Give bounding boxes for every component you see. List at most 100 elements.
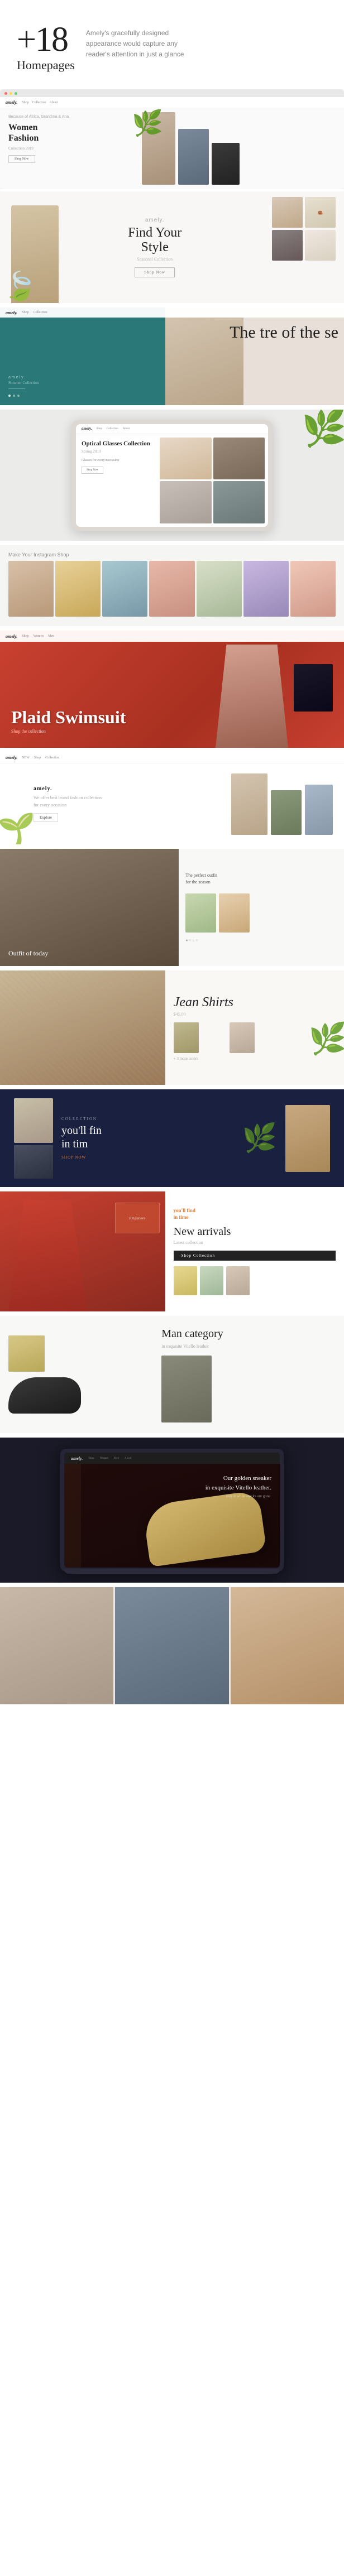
- p11-title: New arrivals: [174, 1225, 336, 1238]
- p9-prod-3: [230, 1022, 255, 1053]
- p12-person-img: [161, 1356, 212, 1422]
- p7-explore-btn[interactable]: Explore: [34, 813, 58, 822]
- p2-img-b: 👜: [305, 197, 336, 228]
- p7-description: We offer best brand fashion collectionfo…: [34, 795, 134, 809]
- preview-minimal: amely. NEW Shop Collection 🌱 amely. We o…: [0, 752, 344, 844]
- p1-heading: WomenFashion: [8, 122, 129, 143]
- laptop-sub: Buy it while stocks are gone.: [206, 1494, 271, 1498]
- p11-prod-3: [226, 1266, 250, 1295]
- plant-decoration-floral: 🌿: [309, 1021, 344, 1057]
- final-img-2: [115, 1587, 228, 1704]
- p11-left: sunglasses: [0, 1191, 165, 1311]
- p3-text-overlay: The tre of the se: [230, 324, 338, 341]
- p1-img-2: [178, 129, 209, 185]
- preview-teal: amely. Shop Collection amely. Summer Col…: [0, 307, 344, 405]
- p10-product-img: [285, 1105, 330, 1172]
- preview-instagram: Make Your Instagram Shop: [0, 545, 344, 626]
- p10-label: COLLECTION: [61, 1117, 234, 1121]
- p10-title: you'll finin tim: [61, 1124, 234, 1151]
- p1-tag: Because of Africa, Grandma & Ana: [8, 115, 129, 119]
- p10-cta[interactable]: SHOP NOW: [61, 1155, 234, 1160]
- p6-model: [216, 645, 288, 748]
- tablet-screen: amely. Shop Collection About Optical Gla…: [76, 424, 268, 527]
- p10-left-images: [14, 1098, 53, 1179]
- preview-women-fashion: amely. Shop Collection About Because of …: [0, 89, 344, 189]
- preview-man-category: Man category in exquisite Vitello leathe…: [0, 1316, 344, 1433]
- p7-brand: amely.: [34, 786, 220, 792]
- preview-tablet: 🌿 amely. Shop Collection About Optical G…: [0, 410, 344, 541]
- p8-product-2: [219, 893, 250, 933]
- p1-shop-btn[interactable]: Shop Now: [8, 155, 35, 163]
- p7-nav-logo: amely.: [6, 755, 17, 760]
- instagram-label: Make Your Instagram Shop: [8, 552, 336, 558]
- p6-text: Plaid Swimsuit Shop the collection: [11, 708, 126, 734]
- laptop-brand: amely.: [71, 1456, 83, 1461]
- insta-img-7: [290, 561, 336, 617]
- tablet-brand: amely.: [82, 426, 92, 431]
- p12-left: [0, 1316, 155, 1433]
- laptop-frame: amely. Shop Women Men About Our golden s…: [60, 1449, 284, 1571]
- insta-img-5: [197, 561, 242, 617]
- p1-img-3: [212, 143, 240, 185]
- insta-img-4: [149, 561, 194, 617]
- p2-shop-btn[interactable]: Shop Now: [135, 267, 175, 277]
- p7-images: [231, 773, 333, 835]
- p3-brand: amely.: [8, 376, 157, 379]
- p9-title: Jean Shirts: [174, 994, 336, 1011]
- laptop-sneaker: [142, 1490, 266, 1567]
- hero-count: +18: [17, 22, 75, 57]
- p2-tagline: amely.: [99, 217, 211, 223]
- tablet-shop-btn[interactable]: Shop Now: [82, 467, 103, 474]
- p10-text: COLLECTION you'll finin tim SHOP NOW: [61, 1117, 234, 1160]
- p11-subtitle: Latest collection: [174, 1240, 336, 1245]
- p12-title: Man category: [161, 1327, 337, 1340]
- p7-img-3: [305, 785, 333, 835]
- p11-right: you'll findin time New arrivals Latest c…: [165, 1191, 344, 1311]
- tablet-img-2: [213, 438, 265, 480]
- p9-prod-2: [202, 1022, 227, 1053]
- instagram-grid: [8, 561, 336, 617]
- insta-img-1: [8, 561, 54, 617]
- plant-decoration-navy: 🌿: [242, 1122, 277, 1155]
- final-img-3: [231, 1587, 344, 1704]
- preview-laptop-dark: amely. Shop Women Men About Our golden s…: [0, 1438, 344, 1583]
- hero-description: Amely's gracefully designed appearance w…: [86, 28, 198, 60]
- tablet-subtitle: Spring 2019: [82, 449, 151, 454]
- laptop-screen: amely. Shop Women Men About Our golden s…: [64, 1453, 280, 1568]
- hero-section: +18 Homepages Amely's gracefully designe…: [0, 0, 344, 89]
- p11-product-label: sunglasses: [129, 1216, 146, 1220]
- p11-shop-btn[interactable]: Shop Collection: [174, 1251, 336, 1261]
- p8-product-1: [185, 893, 216, 933]
- p3-nav-link-2: Collection: [34, 311, 47, 314]
- p11-orange-text: you'll findin time: [174, 1208, 336, 1220]
- nav-logo-1: amely.: [6, 100, 17, 105]
- p8-label: Outfit of today: [8, 949, 48, 958]
- tablet-image-grid: [156, 434, 268, 527]
- preview-swimsuit: amely. Shop Women Men Plaid Swimsuit Sho…: [0, 631, 344, 748]
- insta-img-3: [102, 561, 147, 617]
- p8-model-img: Outfit of today: [0, 849, 179, 966]
- p10-img-2: [14, 1145, 53, 1179]
- p6-subtitle: Shop the collection: [11, 729, 126, 734]
- hero-title-block: +18 Homepages: [17, 22, 75, 73]
- final-img-1: [0, 1587, 113, 1704]
- p9-price: $45.00: [174, 1012, 336, 1017]
- p3-right-panel: The tre of the se: [165, 307, 344, 405]
- p6-title: Plaid Swimsuit: [11, 708, 126, 726]
- p11-model: [8, 1200, 87, 1311]
- p8-right-panel: The perfect outfitfor the season ● ○ ○ ○: [179, 849, 344, 966]
- p8-nav-dots: ● ○ ○ ○: [185, 938, 337, 943]
- insta-img-2: [55, 561, 101, 617]
- p9-floral-img: [0, 970, 165, 1085]
- p3-nav-logo: amely.: [6, 310, 17, 315]
- tablet-img-3: [160, 481, 211, 523]
- p7-img-1: [231, 773, 267, 835]
- p12-right: Man category in exquisite Vitello leathe…: [155, 1316, 344, 1433]
- hero-label: Homepages: [17, 58, 75, 73]
- plant-decoration-tablet: 🌿: [302, 410, 344, 450]
- tablet-img-1: [160, 438, 211, 480]
- laptop-slogan: Our golden sneakerin exquisite Vitello l…: [206, 1474, 271, 1492]
- p12-product-top: [8, 1335, 45, 1372]
- p12-subtitle: in exquisite Vitello leather: [161, 1343, 337, 1350]
- tablet-frame: amely. Shop Collection About Optical Gla…: [71, 420, 273, 531]
